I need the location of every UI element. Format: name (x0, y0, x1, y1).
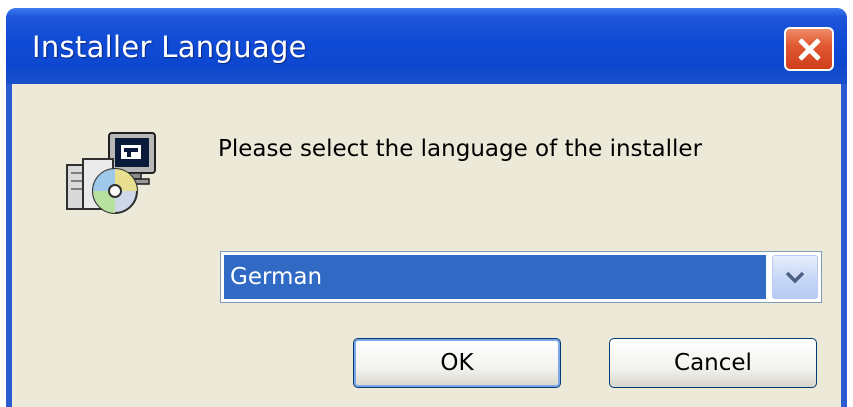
installer-language-window: Installer Language Please select the lan… (6, 8, 847, 407)
language-select[interactable]: German (220, 251, 822, 303)
installer-setup-icon (66, 132, 156, 214)
close-button[interactable] (784, 27, 834, 71)
window-title: Installer Language (32, 30, 307, 64)
ok-button[interactable]: OK (353, 338, 561, 388)
language-select-value: German (224, 255, 766, 299)
title-bar[interactable]: Installer Language (6, 8, 847, 84)
cancel-button[interactable]: Cancel (609, 338, 817, 388)
dialog-body: Please select the language of the instal… (12, 84, 841, 407)
language-dropdown-button[interactable] (772, 255, 818, 299)
language-prompt: Please select the language of the instal… (218, 136, 703, 162)
chevron-down-icon (785, 271, 805, 284)
